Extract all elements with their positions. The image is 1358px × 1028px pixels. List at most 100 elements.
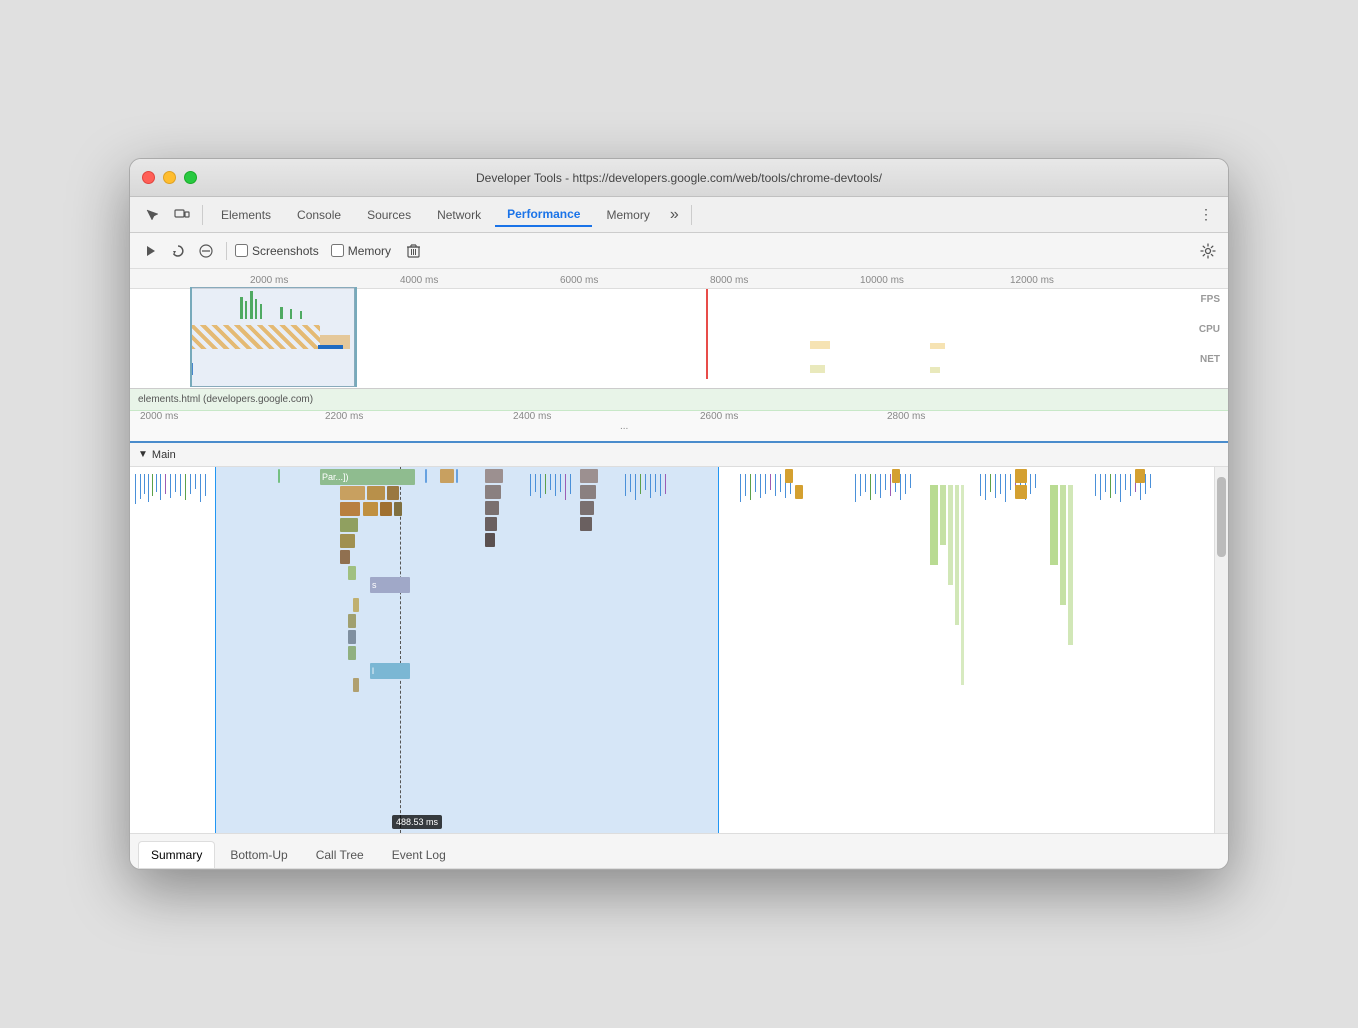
window-title: Developer Tools - https://developers.goo… [476, 171, 882, 185]
toolbar-separator [226, 242, 227, 260]
flame-bar-r6[interactable] [1135, 469, 1145, 483]
gray-bar2[interactable] [485, 485, 501, 499]
gray-bar-r3[interactable] [580, 501, 594, 515]
nav-bar: Elements Console Sources Network Perform… [130, 197, 1228, 233]
green-bar-right5 [961, 485, 964, 685]
tab-sources[interactable]: Sources [355, 204, 423, 226]
in-sel-bar3[interactable] [456, 469, 458, 483]
depth-bar8[interactable] [348, 566, 356, 580]
tab-event-log[interactable]: Event Log [379, 841, 459, 868]
flame-bar-r4[interactable] [1015, 469, 1027, 483]
gray-bar-r4[interactable] [580, 517, 592, 531]
depth-bar6[interactable] [340, 534, 355, 548]
selection-right-handle[interactable] [355, 287, 357, 387]
depth-bar1[interactable] [340, 502, 360, 516]
green-bar-right3 [948, 485, 953, 585]
timeline-overview[interactable]: 2000 ms 4000 ms 6000 ms 8000 ms 10000 ms… [130, 269, 1228, 389]
device-toggle-icon[interactable] [168, 201, 196, 229]
memory-checkbox[interactable] [331, 244, 344, 257]
minimize-button[interactable] [163, 171, 176, 184]
time-tooltip: 488.53 ms [392, 815, 442, 829]
time-ruler: 2000 ms 4000 ms 6000 ms 8000 ms 10000 ms… [130, 269, 1228, 289]
gray-bar1[interactable] [485, 469, 503, 483]
timeline-dots: ... [620, 421, 628, 432]
green-bar-right4 [955, 485, 959, 625]
timeline-selection[interactable] [190, 287, 355, 387]
devtools-menu-icon[interactable]: ⋮ [1192, 201, 1220, 229]
flame-bar-r1[interactable] [785, 469, 793, 483]
selection-start-line [215, 467, 216, 833]
gray-bar4[interactable] [485, 517, 497, 531]
flame-bar-r3[interactable] [892, 469, 900, 483]
gray-bar-r2[interactable] [580, 485, 596, 499]
flame-bar-l[interactable]: l [370, 663, 410, 679]
net-bar2 [810, 365, 825, 373]
tab-network[interactable]: Network [425, 204, 493, 226]
flame-bar-task3[interactable] [387, 486, 399, 500]
record-button[interactable] [138, 239, 162, 263]
depth-bar3[interactable] [380, 502, 392, 516]
in-sel-bar1[interactable] [425, 469, 427, 483]
flame-bar-net1[interactable] [278, 469, 280, 483]
screenshots-label: Screenshots [252, 244, 319, 258]
tab-summary[interactable]: Summary [138, 841, 215, 868]
depth-bar2[interactable] [363, 502, 378, 516]
cpu-label: CPU [1199, 324, 1220, 335]
gray-bar5[interactable] [485, 533, 495, 547]
flame-bar-parse[interactable]: Par...]) [320, 469, 415, 485]
depth-bar13[interactable] [353, 678, 359, 692]
memory-checkbox-label[interactable]: Memory [331, 244, 391, 258]
depth-bar7[interactable] [340, 550, 350, 564]
time-label-12000: 12000 ms [1010, 275, 1054, 286]
flame-bar-r5[interactable] [1015, 485, 1027, 499]
flame-bar-r2[interactable] [795, 485, 803, 499]
red-line-cpu [706, 319, 708, 349]
inspect-icon[interactable] [138, 201, 166, 229]
scrollbar[interactable] [1214, 467, 1228, 833]
more-tabs-button[interactable]: » [664, 204, 685, 226]
gray-bar-r1[interactable] [580, 469, 598, 483]
tab-memory[interactable]: Memory [594, 204, 661, 226]
close-button[interactable] [142, 171, 155, 184]
settings-button[interactable] [1196, 239, 1220, 263]
collapse-triangle[interactable]: ▼ [138, 449, 148, 460]
gray-bar3[interactable] [485, 501, 499, 515]
time-label-4000: 4000 ms [400, 275, 438, 286]
trash-button[interactable] [401, 239, 425, 263]
depth-bar9[interactable] [353, 598, 359, 612]
flame-header: ▼ Main [130, 443, 1228, 467]
tab-performance[interactable]: Performance [495, 203, 592, 227]
tab-bottom-up[interactable]: Bottom-Up [217, 841, 300, 868]
flame-bar-task1[interactable] [340, 486, 365, 500]
depth-bar4[interactable] [394, 502, 402, 516]
screenshots-checkbox[interactable] [235, 244, 248, 257]
in-sel-bar2[interactable] [440, 469, 454, 483]
maximize-button[interactable] [184, 171, 197, 184]
flame-area[interactable]: ▼ Main [130, 443, 1228, 833]
red-line-net [706, 349, 708, 379]
traffic-lights [142, 171, 197, 184]
depth-bar5[interactable] [340, 518, 358, 532]
zoom-label-2600: 2600 ms [700, 411, 738, 422]
tab-elements[interactable]: Elements [209, 204, 283, 226]
clear-button[interactable] [194, 239, 218, 263]
depth-bar12[interactable] [348, 646, 356, 660]
screenshots-checkbox-label[interactable]: Screenshots [235, 244, 319, 258]
title-bar: Developer Tools - https://developers.goo… [130, 159, 1228, 197]
flame-content[interactable]: Par...]) s l [130, 467, 1228, 833]
flame-bar-task2[interactable] [367, 486, 385, 500]
depth-bar10[interactable] [348, 614, 356, 628]
activity-right4 [1090, 469, 1160, 504]
activity-mid [525, 469, 575, 504]
flame-bar-s[interactable]: s [370, 577, 410, 593]
depth-bar11[interactable] [348, 630, 356, 644]
selection-left-handle[interactable] [190, 287, 192, 387]
reload-button[interactable] [166, 239, 190, 263]
tab-console[interactable]: Console [285, 204, 353, 226]
green-bar-right2 [940, 485, 946, 545]
toolbar: Screenshots Memory [130, 233, 1228, 269]
tab-call-tree[interactable]: Call Tree [303, 841, 377, 868]
scrollbar-thumb[interactable] [1217, 477, 1226, 557]
flame-selection [215, 467, 718, 833]
net-bar3 [930, 367, 940, 373]
